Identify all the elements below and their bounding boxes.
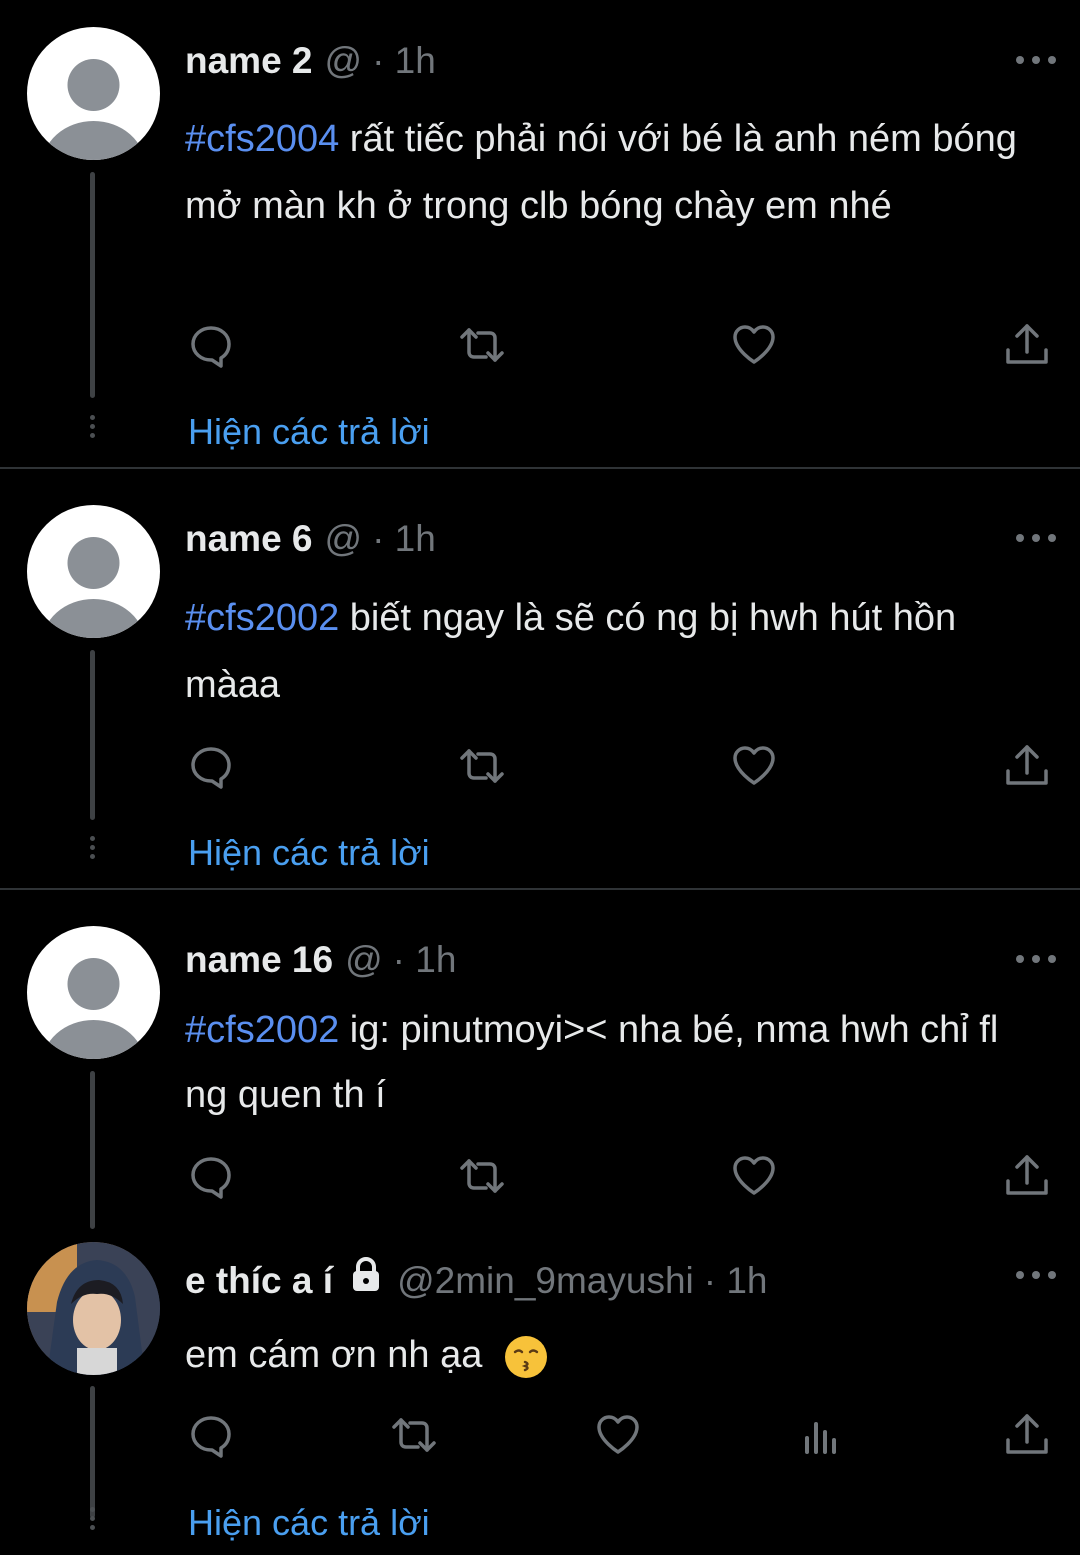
lock-icon <box>347 1255 385 1293</box>
display-name[interactable]: name 16 <box>185 939 333 981</box>
divider <box>0 888 1080 890</box>
reply-icon[interactable] <box>186 741 236 791</box>
more-icon[interactable] <box>1016 1269 1056 1281</box>
handle[interactable]: @ <box>325 40 363 82</box>
handle[interactable]: @2min_9mayushi <box>397 1260 694 1302</box>
more-icon[interactable] <box>1016 532 1056 544</box>
tweet-text: #cfs2002 biết ngay là sẽ có ng bị hwh hú… <box>185 585 1045 719</box>
retweet-icon[interactable] <box>457 741 507 791</box>
thread-dots <box>90 836 96 863</box>
timestamp[interactable]: · 1h <box>372 518 436 560</box>
reply-icon[interactable] <box>186 1151 236 1201</box>
retweet-icon[interactable] <box>457 1151 507 1201</box>
avatar[interactable] <box>27 27 160 160</box>
tweet-body: em cám ơn nh ạa <box>185 1334 483 1376</box>
avatar[interactable] <box>27 1242 160 1375</box>
more-icon[interactable] <box>1016 953 1056 965</box>
show-replies-link[interactable]: Hiện các trả lời <box>188 832 430 874</box>
action-bar <box>0 1151 1080 1201</box>
divider <box>0 467 1080 469</box>
tweet-text: em cám ơn nh ạa <box>185 1322 1045 1389</box>
display-name[interactable]: name 6 <box>185 518 313 560</box>
like-icon[interactable] <box>729 741 779 791</box>
thread-dots <box>90 415 96 442</box>
tweet-header: name 2 @ · 1h <box>185 40 436 82</box>
share-icon[interactable] <box>1002 1151 1052 1201</box>
display-name[interactable]: e thíc a í <box>185 1260 333 1302</box>
share-icon[interactable] <box>1002 1410 1052 1460</box>
show-replies-link[interactable]: Hiện các trả lời <box>188 411 430 453</box>
tweet-header: name 6 @ · 1h <box>185 518 436 560</box>
share-icon[interactable] <box>1002 741 1052 791</box>
like-icon[interactable] <box>729 1151 779 1201</box>
retweet-icon[interactable] <box>457 320 507 370</box>
show-replies-link[interactable]: Hiện các trả lời <box>188 1502 430 1544</box>
like-icon[interactable] <box>729 320 779 370</box>
display-name[interactable]: name 2 <box>185 40 313 82</box>
thread-dots <box>90 1507 96 1534</box>
hashtag-link[interactable]: #cfs2004 <box>185 118 339 160</box>
timestamp[interactable]: · 1h <box>393 939 457 981</box>
handle[interactable]: @ <box>345 939 383 981</box>
views-icon[interactable] <box>797 1410 847 1460</box>
reply-icon[interactable] <box>186 320 236 370</box>
action-bar <box>0 320 1080 370</box>
avatar[interactable] <box>27 926 160 1059</box>
hashtag-link[interactable]: #cfs2002 <box>185 597 339 639</box>
reply-icon[interactable] <box>186 1410 236 1460</box>
thread-line <box>90 650 95 820</box>
action-bar <box>0 741 1080 791</box>
timestamp[interactable]: · 1h <box>704 1260 768 1302</box>
action-bar <box>0 1410 1080 1460</box>
tweet-text: #cfs2004 rất tiếc phải nói với bé là anh… <box>185 106 1045 240</box>
timestamp[interactable]: · 1h <box>372 40 436 82</box>
hashtag-link[interactable]: #cfs2002 <box>185 1009 339 1051</box>
tweet-header: name 16 @ · 1h <box>185 939 456 981</box>
retweet-icon[interactable] <box>389 1410 439 1460</box>
more-icon[interactable] <box>1016 54 1056 66</box>
like-icon[interactable] <box>593 1410 643 1460</box>
handle[interactable]: @ <box>325 518 363 560</box>
tweet-text: #cfs2002 ig: pinutmoyi>< nha bé, nma hwh… <box>185 998 1045 1128</box>
avatar[interactable] <box>27 505 160 638</box>
thread-line <box>90 1071 95 1229</box>
kissing-face-emoji <box>503 1334 549 1380</box>
tweet-header: e thíc a í @2min_9mayushi · 1h <box>185 1255 768 1302</box>
share-icon[interactable] <box>1002 320 1052 370</box>
